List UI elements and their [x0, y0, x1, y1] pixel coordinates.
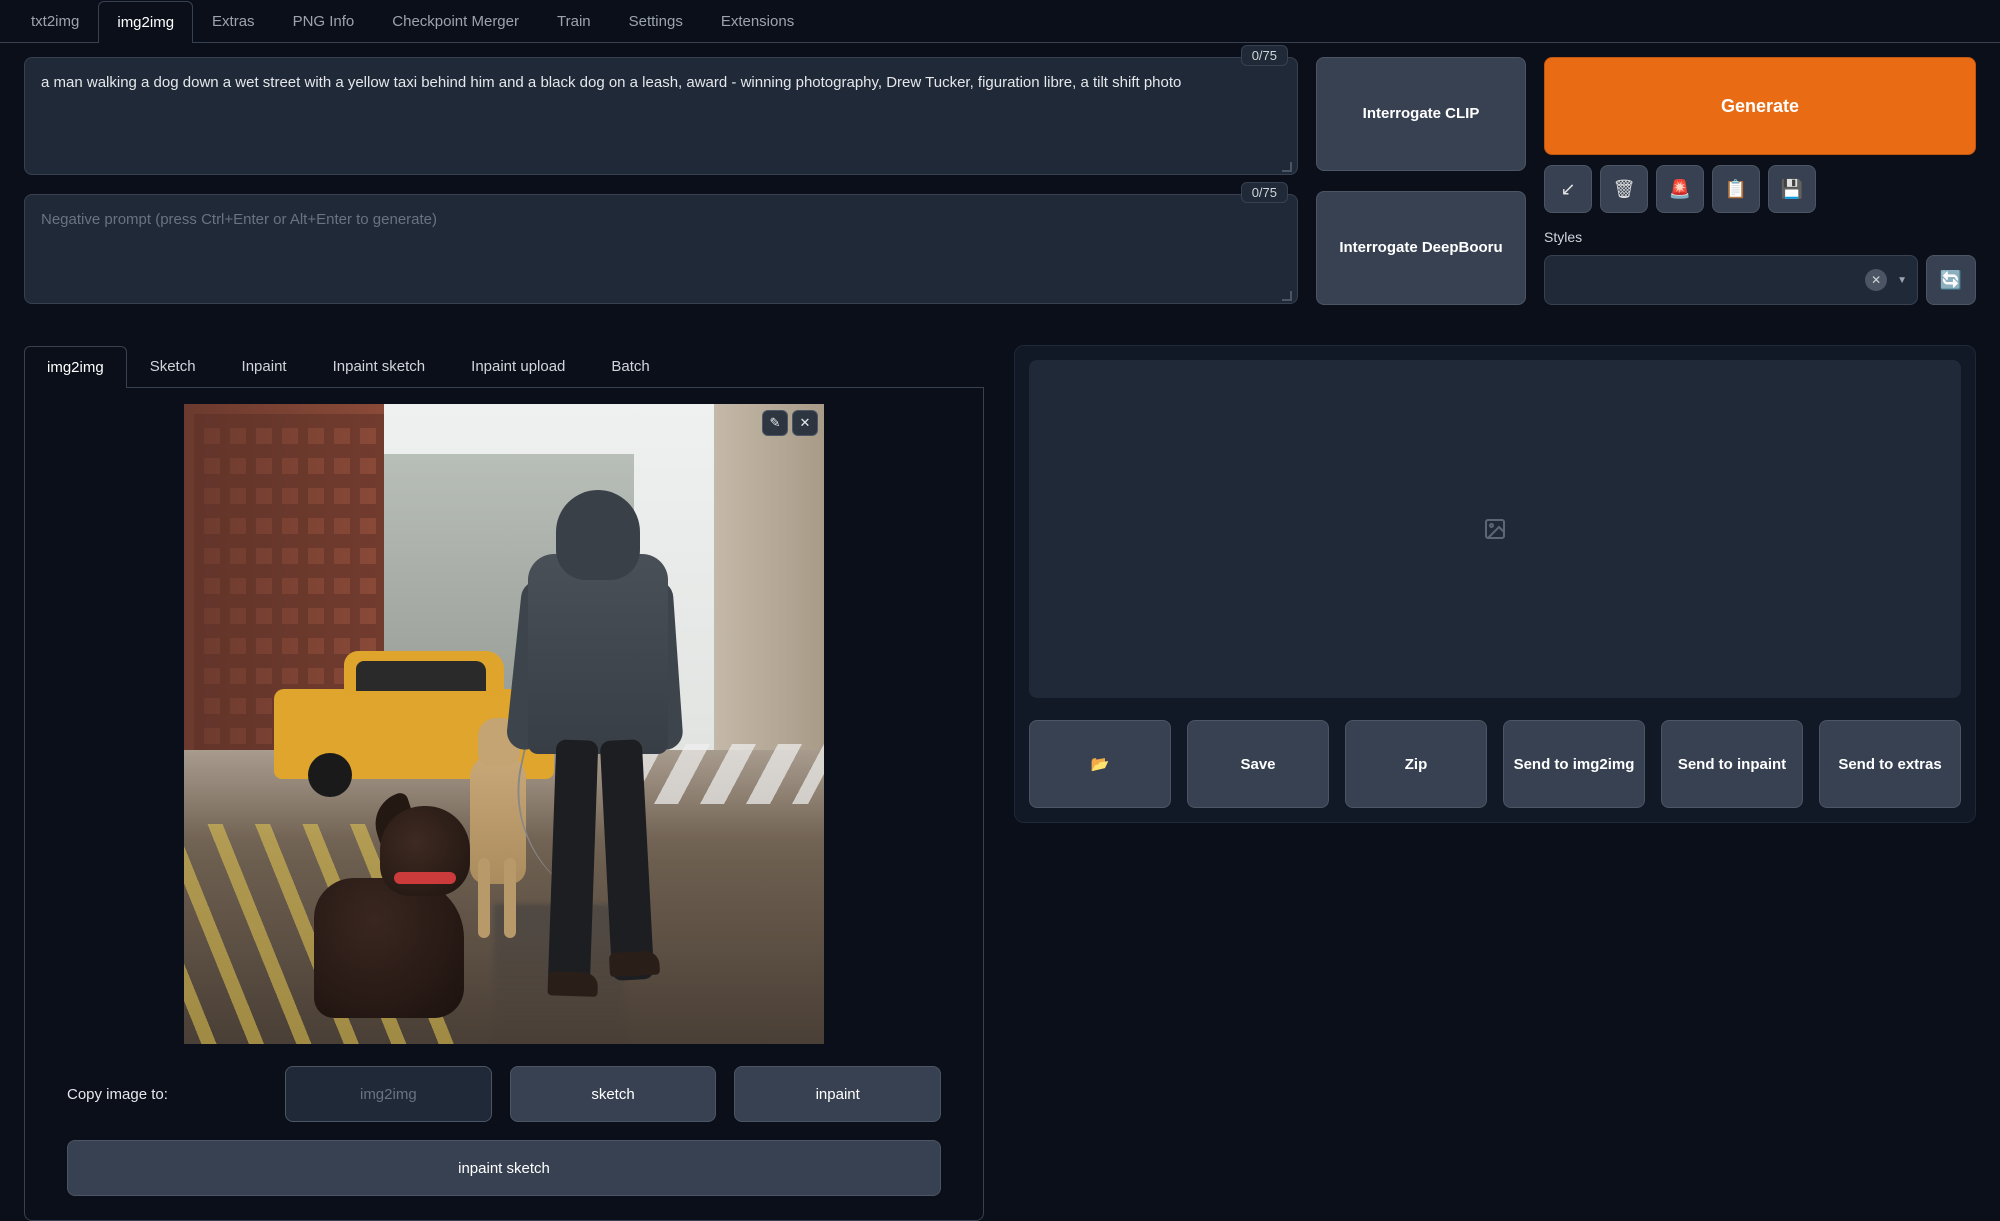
resize-handle-icon[interactable]: [1282, 291, 1294, 303]
remove-image-icon[interactable]: ✕: [792, 410, 818, 436]
edit-image-icon[interactable]: ✎: [762, 410, 788, 436]
negative-prompt-container: 0/75: [24, 194, 1298, 307]
generate-button[interactable]: Generate: [1544, 57, 1976, 155]
tab-extensions[interactable]: Extensions: [702, 0, 813, 42]
output-preview: [1029, 360, 1961, 698]
image-panel: ✎ ✕ Copy image to: img2img sketch inpain…: [24, 388, 984, 1221]
tab-settings[interactable]: Settings: [610, 0, 702, 42]
trash-icon[interactable]: 🗑: [1600, 165, 1648, 213]
subtab-inpaint[interactable]: Inpaint: [219, 345, 310, 387]
prompt-input[interactable]: a man walking a dog down a wet street wi…: [24, 57, 1298, 175]
copy-to-inpaint-button[interactable]: inpaint: [734, 1066, 941, 1122]
send-to-img2img-button[interactable]: Send to img2img: [1503, 720, 1645, 808]
tab-txt2img[interactable]: txt2img: [12, 0, 98, 42]
tab-checkpoint-merger[interactable]: Checkpoint Merger: [373, 0, 538, 42]
save-button[interactable]: Save: [1187, 720, 1329, 808]
copy-label: Copy image to:: [67, 1086, 267, 1103]
clear-icon[interactable]: ✕: [1865, 269, 1887, 291]
uploaded-image[interactable]: ✎ ✕: [184, 404, 824, 1044]
image-placeholder-icon: [1483, 517, 1507, 541]
interrogate-clip-button[interactable]: Interrogate CLIP: [1316, 57, 1526, 171]
save-style-icon[interactable]: 💾: [1768, 165, 1816, 213]
tab-train[interactable]: Train: [538, 0, 610, 42]
subtab-img2img[interactable]: img2img: [24, 346, 127, 388]
tab-img2img[interactable]: img2img: [98, 1, 193, 43]
send-to-inpaint-button[interactable]: Send to inpaint: [1661, 720, 1803, 808]
copy-to-img2img-button: img2img: [285, 1066, 492, 1122]
resize-icon[interactable]: ↙: [1544, 165, 1592, 213]
tab-png-info[interactable]: PNG Info: [274, 0, 374, 42]
prompt-counter: 0/75: [1241, 45, 1288, 66]
negative-prompt-counter: 0/75: [1241, 182, 1288, 203]
tab-extras[interactable]: Extras: [193, 0, 274, 42]
clipboard-icon[interactable]: 📋: [1712, 165, 1760, 213]
prompt-container: 0/75 a man walking a dog down a wet stre…: [24, 57, 1298, 178]
subtab-inpaint-upload[interactable]: Inpaint upload: [448, 345, 588, 387]
subtab-inpaint-sketch[interactable]: Inpaint sketch: [310, 345, 449, 387]
copy-to-sketch-button[interactable]: sketch: [510, 1066, 717, 1122]
resize-handle-icon[interactable]: [1282, 162, 1294, 174]
output-panel: 📂 Save Zip Send to img2img Send to inpai…: [1014, 345, 1976, 823]
subtab-sketch[interactable]: Sketch: [127, 345, 219, 387]
styles-select[interactable]: ✕ ▼: [1544, 255, 1918, 305]
styles-label: Styles: [1544, 229, 1976, 245]
toolbar: ↙ 🗑 🚨 📋 💾: [1544, 165, 1976, 213]
copy-to-inpaint-sketch-button[interactable]: inpaint sketch: [67, 1140, 941, 1196]
send-to-extras-button[interactable]: Send to extras: [1819, 720, 1961, 808]
refresh-styles-button[interactable]: 🔄: [1926, 255, 1976, 305]
main-tabs: txt2img img2img Extras PNG Info Checkpoi…: [0, 0, 2000, 43]
interrogate-deepbooru-button[interactable]: Interrogate DeepBooru: [1316, 191, 1526, 305]
sub-tabs: img2img Sketch Inpaint Inpaint sketch In…: [24, 345, 984, 388]
siren-icon[interactable]: 🚨: [1656, 165, 1704, 213]
zip-button[interactable]: Zip: [1345, 720, 1487, 808]
chevron-down-icon: ▼: [1897, 275, 1907, 286]
subtab-batch[interactable]: Batch: [588, 345, 672, 387]
negative-prompt-input[interactable]: [24, 194, 1298, 304]
open-folder-button[interactable]: 📂: [1029, 720, 1171, 808]
